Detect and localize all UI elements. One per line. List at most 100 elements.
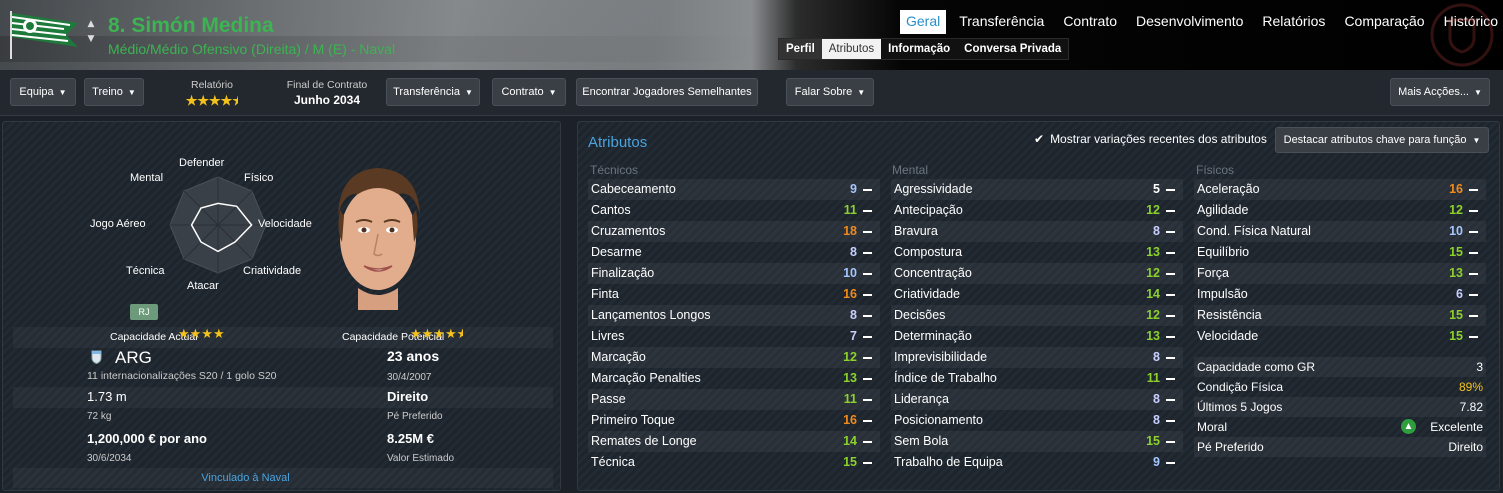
no-change-dash-icon (1166, 189, 1175, 191)
attribute-value: 11 (1146, 371, 1160, 385)
cap-potential-stars[interactable]: ★★★★★ (410, 327, 463, 342)
attribute-name: Primeiro Toque (591, 413, 675, 427)
role-badge[interactable]: RJ (130, 304, 158, 320)
tab-comparacao[interactable]: Comparação (1338, 10, 1430, 34)
attribute-row[interactable]: Criatividade 14 (891, 284, 1183, 305)
nationality[interactable]: ARG (115, 348, 152, 368)
contract-end-value: Junho 2034 (293, 93, 361, 107)
attribute-row[interactable]: Marcação Penalties 13 (588, 368, 880, 389)
nationality-flag-icon (91, 349, 102, 365)
transferencia-button[interactable]: Transferência ▼ (386, 78, 480, 106)
attribute-name: Antecipação (894, 203, 963, 217)
attribute-name: Livres (591, 329, 625, 343)
attribute-row[interactable]: Antecipação 12 (891, 200, 1183, 221)
subtab-informacao[interactable]: Informação (881, 39, 957, 59)
attribute-row[interactable]: Primeiro Toque 16 (588, 410, 880, 431)
attribute-row[interactable]: Cabeceamento 9 (588, 179, 880, 200)
subtab-atributos[interactable]: Atributos (821, 39, 882, 59)
attribute-value: 16 (843, 413, 857, 427)
treino-button[interactable]: Treino ▼ (84, 78, 144, 106)
attribute-row[interactable]: Determinação 13 (891, 326, 1183, 347)
no-change-dash-icon (863, 399, 872, 401)
attribute-row[interactable]: Agressividade 5 (891, 179, 1183, 200)
contract-end-label: Final de Contrato (286, 79, 368, 91)
encontrar-label: Encontrar Jogadores Semelhantes (582, 86, 752, 98)
stat-name: Pé Preferido (1197, 440, 1264, 454)
attribute-row[interactable]: Trabalho de Equipa 9 (891, 452, 1183, 473)
attribute-row[interactable]: Agilidade 12 (1194, 200, 1486, 221)
subtab-conversa-privada[interactable]: Conversa Privada (957, 39, 1068, 59)
subtab-perfil[interactable]: Perfil (779, 39, 822, 59)
highlight-key-attributes-dropdown[interactable]: Destacar atributos chave para função ▼ (1275, 127, 1489, 153)
attribute-row[interactable]: Força 13 (1194, 263, 1486, 284)
relatorio-stars[interactable]: ★★★★★ (172, 93, 252, 109)
tab-transferencia[interactable]: Transferência (953, 10, 1050, 34)
profile-panel: Defender Físico Velocidade Criatividade … (2, 121, 561, 491)
club-link[interactable]: Vinculado à Naval (13, 472, 478, 484)
attribute-value: 10 (843, 266, 857, 280)
attribute-row[interactable]: Cond. Física Natural 10 (1194, 221, 1486, 242)
fisicos-header: Físicos (1196, 163, 1235, 177)
stat-value: Direito (1448, 440, 1483, 454)
attribute-row[interactable]: Posicionamento 8 (891, 410, 1183, 431)
encontrar-semelhantes-button[interactable]: Encontrar Jogadores Semelhantes (576, 78, 758, 106)
equipa-button[interactable]: Equipa ▼ (10, 78, 76, 106)
attribute-row[interactable]: Remates de Longe 14 (588, 431, 880, 452)
next-player-icon[interactable]: ▼ (86, 32, 96, 47)
club-crest-watermark-icon (1430, 3, 1494, 67)
preferred-foot-label: Pé Preferido (387, 411, 443, 422)
attribute-value: 16 (1449, 182, 1463, 196)
tab-relatorios[interactable]: Relatórios (1256, 10, 1331, 34)
prev-player-icon[interactable]: ▲ (86, 17, 96, 32)
attribute-row[interactable]: Equilíbrio 15 (1194, 242, 1486, 263)
tab-contrato[interactable]: Contrato (1057, 10, 1123, 34)
attribute-row[interactable]: Concentração 12 (891, 263, 1183, 284)
contrato-button[interactable]: Contrato ▼ (492, 78, 566, 106)
radar-label-fisico: Físico (244, 172, 274, 184)
no-change-dash-icon (863, 378, 872, 380)
attribute-row[interactable]: Cantos 11 (588, 200, 880, 221)
attribute-name: Cantos (591, 203, 631, 217)
attribute-row[interactable]: Liderança 8 (891, 389, 1183, 410)
no-change-dash-icon (863, 420, 872, 422)
attribute-row[interactable]: Resistência 15 (1194, 305, 1486, 326)
attribute-value: 8 (1153, 392, 1160, 406)
attribute-row[interactable]: Compostura 13 (891, 242, 1183, 263)
attribute-row[interactable]: Cruzamentos 18 (588, 221, 880, 242)
attribute-name: Sem Bola (894, 434, 949, 448)
attribute-row[interactable]: Finta 16 (588, 284, 880, 305)
player-nav-arrows[interactable]: ▲ ▼ (86, 17, 96, 53)
attribute-row[interactable]: Sem Bola 15 (891, 431, 1183, 452)
stat-value: Excelente (1430, 420, 1483, 434)
attribute-row[interactable]: Finalização 10 (588, 263, 880, 284)
tab-geral[interactable]: Geral (900, 10, 947, 34)
attribute-name: Agressividade (894, 182, 973, 196)
attribute-name: Determinação (894, 329, 972, 343)
attribute-row[interactable]: Desarme 8 (588, 242, 880, 263)
mais-accoes-button[interactable]: Mais Acções... ▼ (1390, 78, 1490, 106)
stat-row: Condição Física 89% (1194, 377, 1486, 397)
attribute-row[interactable]: Bravura 8 (891, 221, 1183, 242)
attribute-row[interactable]: Aceleração 16 (1194, 179, 1486, 200)
attribute-row[interactable]: Passe 11 (588, 389, 880, 410)
attribute-row[interactable]: Lançamentos Longos 8 (588, 305, 880, 326)
show-changes-checkbox[interactable]: ✔ Mostrar variações recentes dos atributo… (1034, 132, 1267, 146)
no-change-dash-icon (1166, 378, 1175, 380)
treino-label: Treino (92, 86, 123, 98)
cap-actual-stars[interactable]: ★★★★ (178, 327, 225, 342)
radar-label-atacar: Atacar (187, 280, 219, 292)
attribute-row[interactable]: Marcação 12 (588, 347, 880, 368)
tab-desenvolvimento[interactable]: Desenvolvimento (1130, 10, 1249, 34)
player-positions[interactable]: Médio/Médio Ofensivo (Direita) / M (E) -… (108, 41, 395, 57)
falar-sobre-button[interactable]: Falar Sobre ▼ (786, 78, 874, 106)
attribute-row[interactable]: Índice de Trabalho 11 (891, 368, 1183, 389)
attribute-row[interactable]: Técnica 15 (588, 452, 880, 473)
international-caps: 11 internacionalizações S20 / 1 golo S20 (87, 370, 277, 382)
attribute-row[interactable]: Livres 7 (588, 326, 880, 347)
attribute-row[interactable]: Impulsão 6 (1194, 284, 1486, 305)
attribute-row[interactable]: Decisões 12 (891, 305, 1183, 326)
attribute-row[interactable]: Velocidade 15 (1194, 326, 1486, 347)
attribute-row[interactable]: Imprevisibilidade 8 (891, 347, 1183, 368)
attributes-panel: Atributos ✔ Mostrar variações recentes do… (577, 121, 1500, 491)
no-change-dash-icon (1166, 252, 1175, 254)
